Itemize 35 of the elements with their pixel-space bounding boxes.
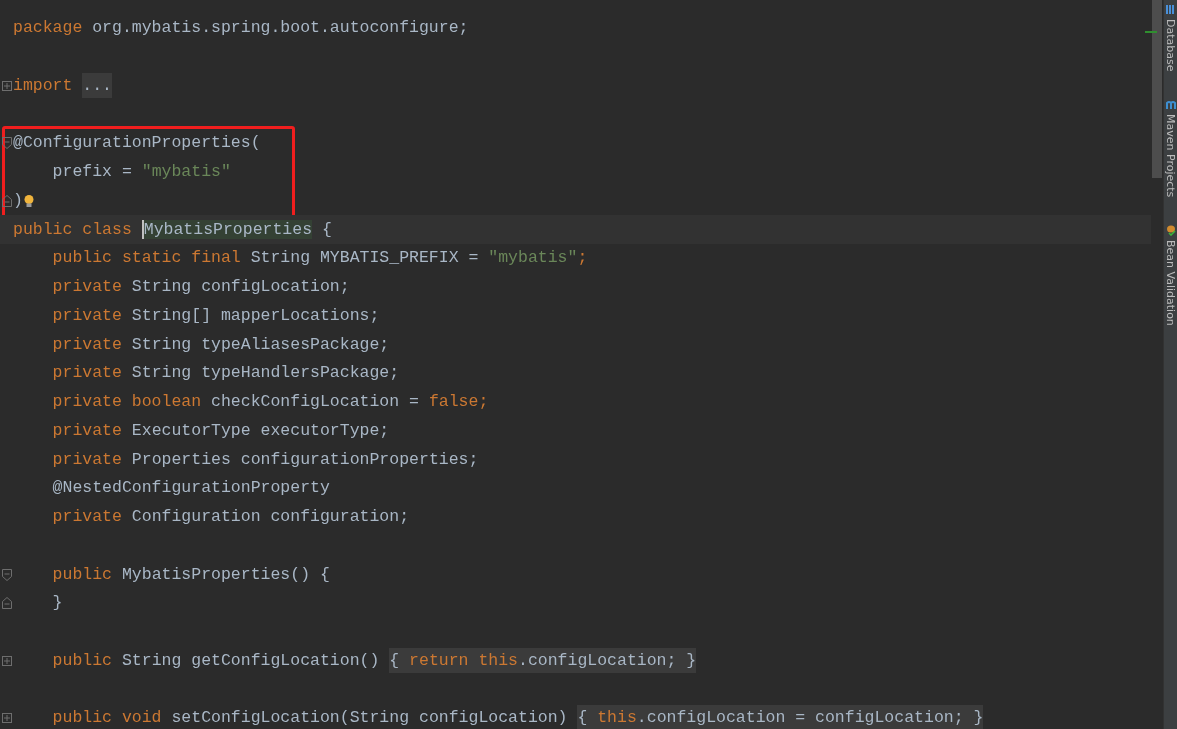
expand-icon[interactable] [1, 79, 12, 92]
code-line: public MybatisProperties() { [51, 563, 330, 586]
code-line: @NestedConfigurationProperty [51, 477, 330, 500]
code-line: import ... [13, 74, 113, 97]
collapse-icon[interactable] [1, 597, 12, 610]
code-line: private String typeHandlersPackage; [51, 362, 400, 385]
code-line: private ExecutorType executorType; [51, 419, 390, 442]
tool-window-tab[interactable]: Database [1164, 4, 1177, 72]
code-line: private String configLocation; [51, 276, 350, 299]
code-line: private Configuration configuration; [51, 506, 410, 529]
code-line: private Properties configurationProperties; [51, 448, 479, 471]
lightbulb-icon[interactable] [22, 193, 35, 208]
code-line: } [51, 592, 63, 615]
change-marker [1145, 31, 1157, 33]
code-line: private boolean checkConfigLocation = false; [51, 391, 489, 414]
collapse-icon[interactable] [1, 568, 12, 581]
code-line: ) [13, 189, 23, 212]
code-line: public class MybatisProperties { [13, 218, 332, 241]
collapse-icon[interactable] [1, 137, 12, 150]
expand-icon[interactable] [1, 654, 12, 667]
code-line: public static final String MYBATIS_PREFIX = "mybatis"; [51, 247, 588, 270]
code-line: prefix = "mybatis" [51, 161, 231, 184]
code-line: private String typeAliasesPackage; [51, 333, 390, 356]
tool-window-tab[interactable]: Bean Validation [1164, 224, 1177, 326]
tool-window-tab[interactable]: Maven Projects [1164, 99, 1177, 197]
bean-icon [1165, 224, 1176, 236]
code-line: package org.mybatis.spring.boot.autoconfigure; [13, 17, 469, 40]
database-icon [1165, 4, 1176, 15]
maven-icon [1165, 99, 1176, 110]
code-line: private String[] mapperLocations; [51, 304, 380, 327]
collapse-icon[interactable] [1, 194, 12, 207]
expand-icon[interactable] [1, 712, 12, 725]
scrollbar-thumb[interactable] [1152, 0, 1162, 178]
code-line: @ConfigurationProperties( [13, 132, 261, 155]
code-line: public void setConfigLocation(String configLocation) { this.configLocation = configLocation; } [13, 707, 984, 729]
